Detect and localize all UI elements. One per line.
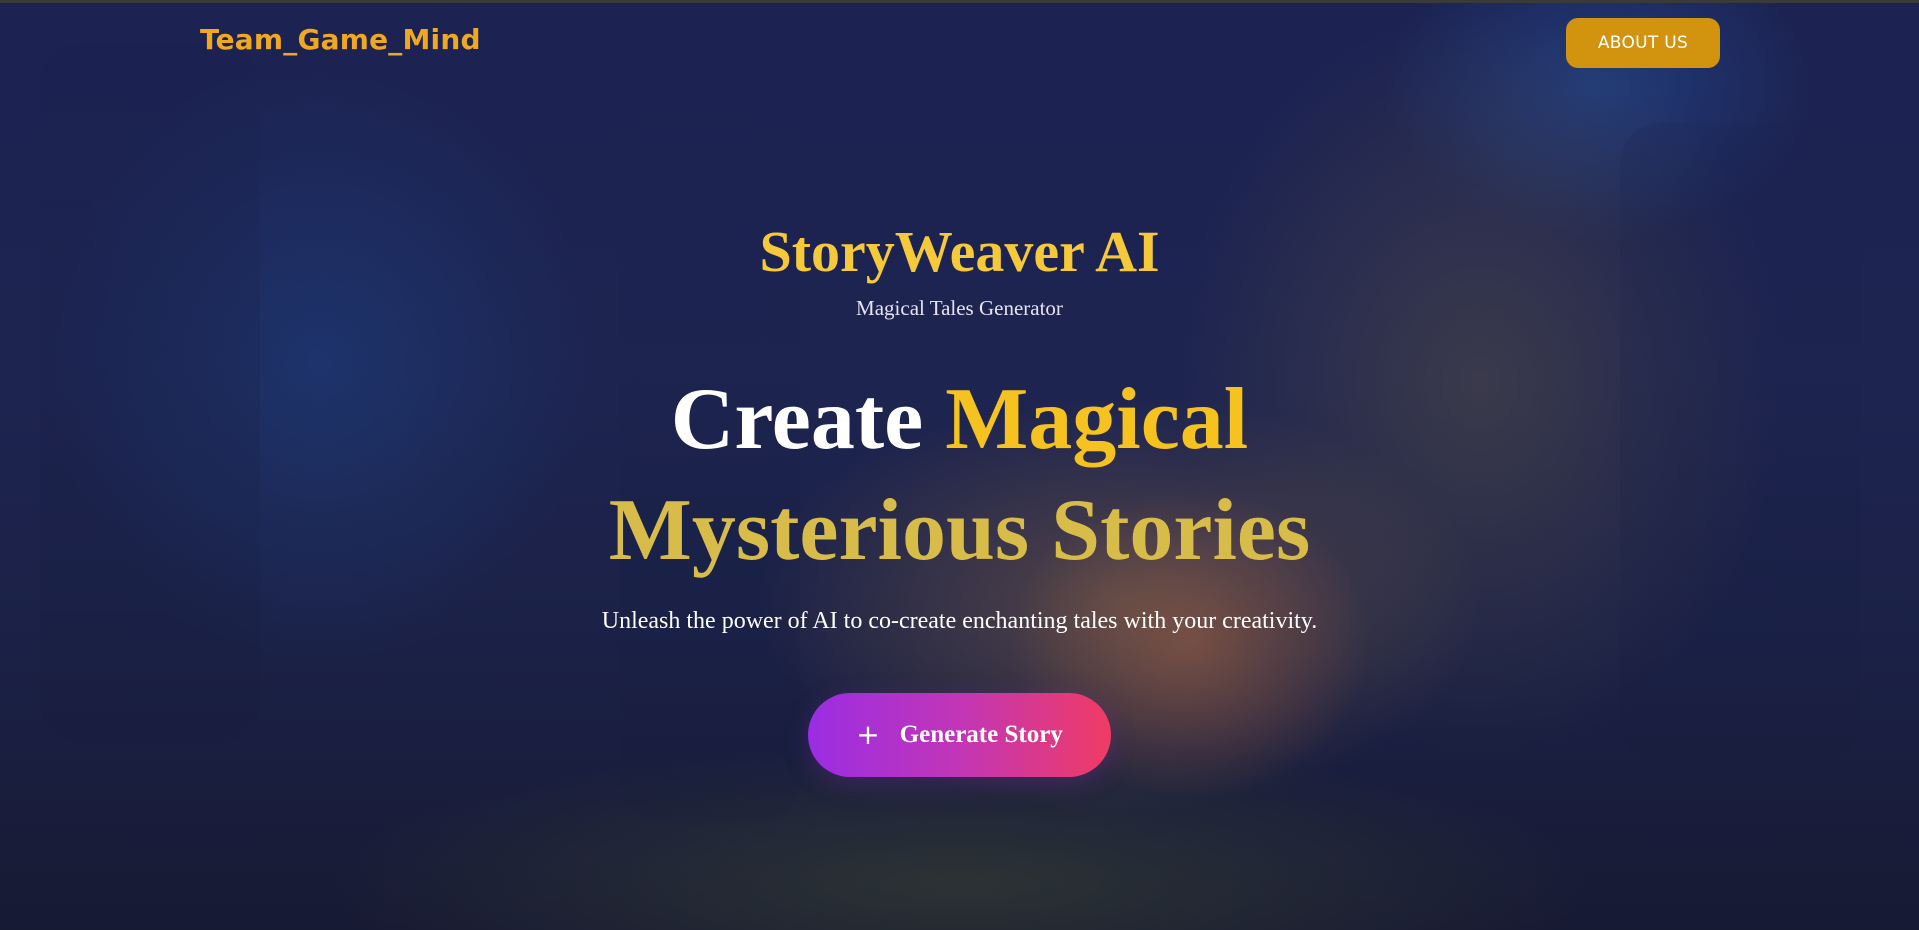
nav-brand-logo[interactable]: Team_Game_Mind xyxy=(200,23,481,56)
headline-word-create: Create xyxy=(670,371,924,468)
landing-page: Team_Game_Mind ABOUT US StoryWeaver AI M… xyxy=(0,0,1919,930)
hero-tagline: Unleash the power of AI to co-create enc… xyxy=(601,608,1318,634)
app-subtitle: Magical Tales Generator xyxy=(856,296,1063,320)
about-us-button[interactable]: ABOUT US xyxy=(1566,18,1720,68)
generate-story-button[interactable]: + Generate Story xyxy=(808,693,1111,777)
generate-story-label: Generate Story xyxy=(899,721,1063,748)
headline-line-2: Mysterious Stories xyxy=(608,482,1311,579)
plus-icon: + xyxy=(856,718,880,751)
headline-line-1: Create Magical xyxy=(0,368,1919,472)
app-title: StoryWeaver AI xyxy=(759,219,1160,284)
headline-word-magical: Magical xyxy=(945,371,1249,468)
